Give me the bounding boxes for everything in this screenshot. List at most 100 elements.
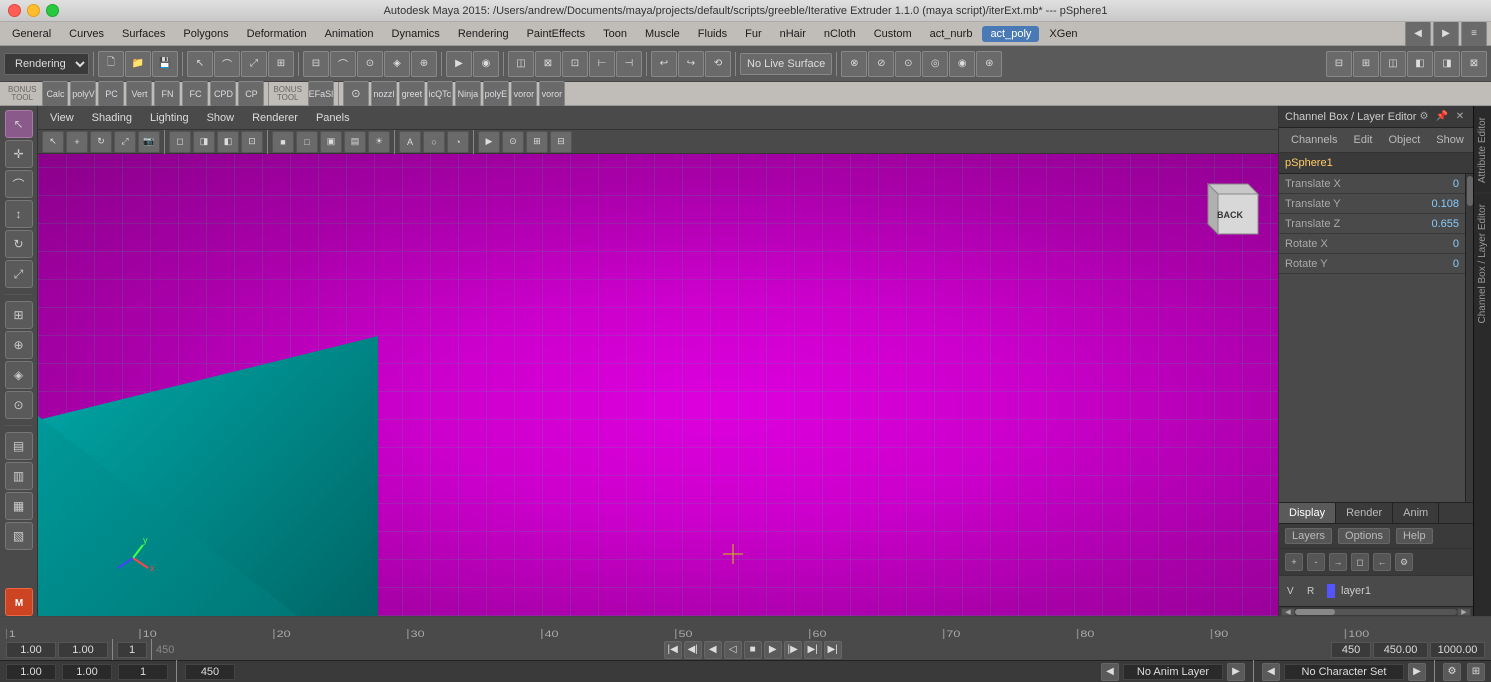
- right-btn6[interactable]: ⊠: [1461, 51, 1487, 77]
- vp-panels-menu[interactable]: Panels: [308, 110, 358, 126]
- cpd-btn[interactable]: CPD: [210, 81, 236, 107]
- vp-hud-btn[interactable]: ⊞: [526, 131, 548, 153]
- vp-shading-menu[interactable]: Shading: [84, 110, 140, 126]
- layers-menu-btn[interactable]: Layers: [1285, 528, 1332, 544]
- ipr-btn[interactable]: ◉: [473, 51, 499, 77]
- fn-btn[interactable]: FN: [154, 81, 180, 107]
- right-btn2[interactable]: ⊞: [1353, 51, 1379, 77]
- misc-btn4[interactable]: ◎: [922, 51, 948, 77]
- lasso-btn[interactable]: ⌒: [214, 51, 240, 77]
- open-btn[interactable]: 📁: [125, 51, 151, 77]
- tab-show[interactable]: Show: [1430, 132, 1470, 148]
- remove-layer-btn[interactable]: ←: [1373, 553, 1391, 571]
- calc-btn[interactable]: Calc: [42, 81, 68, 107]
- deform-btn1[interactable]: ◫: [508, 51, 534, 77]
- play-fwd-btn[interactable]: ▶: [764, 641, 782, 659]
- vp-ao-btn[interactable]: ○: [423, 131, 445, 153]
- vp-iso-btn[interactable]: ◻: [169, 131, 191, 153]
- start-time-field[interactable]: [6, 642, 56, 658]
- deform-btn5[interactable]: ⊣: [616, 51, 642, 77]
- misc-btn5[interactable]: ◉: [949, 51, 975, 77]
- select-layer-btn[interactable]: ◻: [1351, 553, 1369, 571]
- deform-btn2[interactable]: ⊠: [535, 51, 561, 77]
- vp-shadow-btn[interactable]: ◔: [447, 131, 469, 153]
- char-set-icon[interactable]: ⚙: [1443, 663, 1461, 681]
- panel-icon-settings[interactable]: ⚙: [1417, 110, 1431, 124]
- voror1-btn[interactable]: voror: [511, 81, 537, 107]
- vert-btn[interactable]: Vert: [126, 81, 152, 107]
- menu-ncloth[interactable]: nCloth: [816, 26, 864, 42]
- menu-toon[interactable]: Toon: [595, 26, 635, 42]
- misc-btn2[interactable]: ⊘: [868, 51, 894, 77]
- channel-row-ry[interactable]: Rotate Y 0: [1279, 254, 1465, 274]
- menu-curves[interactable]: Curves: [61, 26, 112, 42]
- view-cube[interactable]: BACK: [1188, 164, 1268, 244]
- vp-front-btn[interactable]: ◨: [193, 131, 215, 153]
- vp-snap-btn[interactable]: ⊙: [502, 131, 524, 153]
- tab-display[interactable]: Display: [1279, 503, 1336, 523]
- vp-light-btn[interactable]: ☀: [368, 131, 390, 153]
- vp-lighting-menu[interactable]: Lighting: [142, 110, 197, 126]
- step-back-btn[interactable]: ◀|: [684, 641, 702, 659]
- disp-layers-btn[interactable]: ▦: [5, 492, 33, 520]
- menu-expand-right[interactable]: ▶: [1433, 21, 1459, 47]
- menu-custom[interactable]: Custom: [866, 26, 920, 42]
- icqtc-btn[interactable]: icQTc: [427, 81, 453, 107]
- vp-cam-btn[interactable]: 📷: [138, 131, 160, 153]
- tab-object[interactable]: Object: [1382, 132, 1426, 148]
- move-tool-btn[interactable]: ✛: [5, 140, 33, 168]
- vp-select-btn[interactable]: ↖: [42, 131, 64, 153]
- efasl-btn[interactable]: EFaSl: [308, 81, 334, 107]
- deform-btn4[interactable]: ⊢: [589, 51, 615, 77]
- scale-tool-btn[interactable]: ⤢: [5, 260, 33, 288]
- menu-nhair[interactable]: nHair: [772, 26, 814, 42]
- tab-render[interactable]: Render: [1336, 503, 1393, 523]
- vp-grid-btn[interactable]: ⊟: [550, 131, 572, 153]
- right-btn3[interactable]: ◫: [1380, 51, 1406, 77]
- channel-scrollbar[interactable]: [1465, 174, 1473, 502]
- channel-row-tx[interactable]: Translate X 0: [1279, 174, 1465, 194]
- range-max-field[interactable]: [1430, 642, 1485, 658]
- move2-tool-btn[interactable]: ↕: [5, 200, 33, 228]
- save-btn[interactable]: 💾: [152, 51, 178, 77]
- right-btn1[interactable]: ⊟: [1326, 51, 1352, 77]
- ninja-btn[interactable]: Ninja: [455, 81, 481, 107]
- vp-show-menu[interactable]: Show: [199, 110, 243, 126]
- menu-dynamics[interactable]: Dynamics: [384, 26, 448, 42]
- undo-btn[interactable]: ↩: [651, 51, 677, 77]
- vp-shaded-btn[interactable]: ▣: [320, 131, 342, 153]
- greet-btn[interactable]: greet: [399, 81, 425, 107]
- snap-grid-btn[interactable]: ⊟: [303, 51, 329, 77]
- vp-rotate-btn[interactable]: ↻: [90, 131, 112, 153]
- menu-xgen[interactable]: XGen: [1041, 26, 1085, 42]
- snap-point-btn[interactable]: ⊙: [357, 51, 383, 77]
- render-btn[interactable]: ▶: [446, 51, 472, 77]
- polye-btn[interactable]: polyE: [483, 81, 509, 107]
- panel-icon-pin[interactable]: 📌: [1435, 110, 1449, 124]
- deform-btn3[interactable]: ⊡: [562, 51, 588, 77]
- step-fwd-btn[interactable]: ▶|: [804, 641, 822, 659]
- menu-rendering[interactable]: Rendering: [450, 26, 517, 42]
- tab-edit[interactable]: Edit: [1347, 132, 1378, 148]
- layer-options-btn[interactable]: ⚙: [1395, 553, 1413, 571]
- close-button[interactable]: [8, 4, 21, 17]
- menu-fur[interactable]: Fur: [737, 26, 770, 42]
- right-btn5[interactable]: ◨: [1434, 51, 1460, 77]
- menu-expand-left[interactable]: ◀: [1405, 21, 1431, 47]
- select-tool-btn[interactable]: ↖: [5, 110, 33, 138]
- layers-btn[interactable]: ▤: [5, 432, 33, 460]
- new-scene-btn[interactable]: 🗋: [98, 51, 124, 77]
- go-end-btn[interactable]: ▶|: [824, 641, 842, 659]
- attr-editor-side-tab[interactable]: Attribute Editor: [1474, 106, 1491, 193]
- rendering-dropdown[interactable]: Rendering: [4, 53, 89, 75]
- snap-btn[interactable]: ⊞: [268, 51, 294, 77]
- help-menu-btn[interactable]: Help: [1396, 528, 1433, 544]
- range-start-field[interactable]: [1331, 642, 1371, 658]
- vp-playblast-btn[interactable]: ▶: [478, 131, 500, 153]
- cp-btn[interactable]: CP: [238, 81, 264, 107]
- vp-top-btn[interactable]: ⊡: [241, 131, 263, 153]
- snap-curve-btn[interactable]: ⌒: [330, 51, 356, 77]
- maya-logo-btn[interactable]: M: [5, 588, 33, 616]
- anim-layer-prev[interactable]: ◀: [1101, 663, 1119, 681]
- history-btn[interactable]: ⊙: [5, 391, 33, 419]
